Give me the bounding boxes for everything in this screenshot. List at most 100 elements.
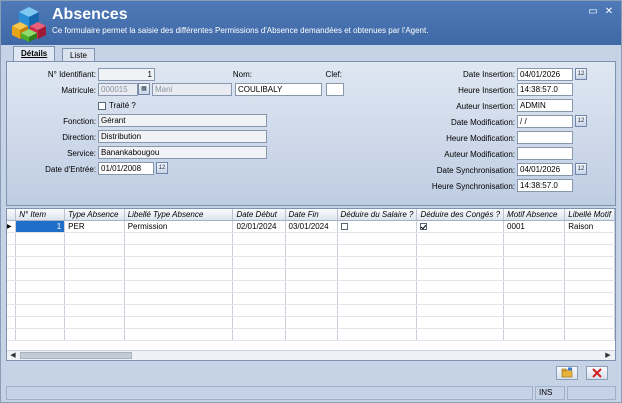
cell-date-debut[interactable]: 02/01/2024 bbox=[232, 220, 286, 233]
empty-cell[interactable] bbox=[564, 292, 615, 305]
empty-cell[interactable] bbox=[416, 244, 505, 257]
empty-cell[interactable] bbox=[7, 256, 17, 269]
grid-header-libelle-type[interactable]: Libellé Type Absence bbox=[124, 209, 234, 221]
deduire-conges-checkbox[interactable] bbox=[420, 222, 428, 230]
fonction-field[interactable]: Gérant bbox=[98, 114, 267, 127]
empty-cell[interactable] bbox=[503, 316, 566, 329]
empty-cell[interactable] bbox=[232, 292, 286, 305]
empty-cell[interactable] bbox=[416, 328, 505, 341]
traite-checkbox[interactable] bbox=[98, 102, 106, 110]
empty-cell[interactable] bbox=[564, 256, 615, 269]
tab-details[interactable]: Détails bbox=[13, 46, 56, 62]
grid-header-deduire-conges[interactable]: Déduire des Congés ? bbox=[416, 209, 505, 221]
grid-header-date-debut[interactable]: Date Début bbox=[232, 209, 286, 221]
empty-cell[interactable] bbox=[64, 304, 125, 317]
restore-window-icon[interactable]: ▭ bbox=[587, 6, 599, 18]
empty-cell[interactable] bbox=[15, 244, 66, 257]
grid-header-item[interactable]: N° Item bbox=[15, 209, 66, 221]
cell-item[interactable]: 1 bbox=[15, 220, 66, 233]
empty-cell[interactable] bbox=[15, 268, 66, 281]
empty-cell[interactable] bbox=[232, 268, 286, 281]
cell-motif[interactable]: 0001 bbox=[503, 220, 566, 233]
auteur-modification-field[interactable] bbox=[517, 147, 573, 160]
empty-cell[interactable] bbox=[416, 292, 505, 305]
empty-cell[interactable] bbox=[337, 292, 418, 305]
empty-cell[interactable] bbox=[7, 244, 17, 257]
empty-cell[interactable] bbox=[564, 280, 615, 293]
date-modification-calendar-icon[interactable]: 12 bbox=[575, 115, 587, 127]
empty-cell[interactable] bbox=[7, 304, 17, 317]
empty-cell[interactable] bbox=[503, 232, 566, 245]
empty-table-row[interactable] bbox=[7, 268, 615, 281]
cell-libelle-motif[interactable]: Raison bbox=[564, 220, 615, 233]
empty-cell[interactable] bbox=[285, 256, 338, 269]
matricule-field[interactable]: 000015 bbox=[98, 83, 138, 96]
empty-cell[interactable] bbox=[232, 304, 286, 317]
empty-cell[interactable] bbox=[503, 292, 566, 305]
empty-cell[interactable] bbox=[285, 316, 338, 329]
empty-cell[interactable] bbox=[337, 328, 418, 341]
date-insertion-field[interactable]: 04/01/2026 bbox=[517, 68, 573, 81]
service-field[interactable]: Banankabougou bbox=[98, 146, 267, 159]
heure-synchronisation-field[interactable]: 14:38:57.0 bbox=[517, 179, 573, 192]
empty-cell[interactable] bbox=[337, 256, 418, 269]
empty-cell[interactable] bbox=[416, 316, 505, 329]
cell-deduire-salaire[interactable] bbox=[337, 220, 418, 233]
empty-cell[interactable] bbox=[15, 232, 66, 245]
grid-header-motif[interactable]: Motif Absence bbox=[503, 209, 566, 221]
empty-cell[interactable] bbox=[564, 268, 615, 281]
empty-cell[interactable] bbox=[416, 304, 505, 317]
empty-cell[interactable] bbox=[124, 316, 234, 329]
empty-cell[interactable] bbox=[15, 292, 66, 305]
empty-cell[interactable] bbox=[15, 316, 66, 329]
empty-cell[interactable] bbox=[7, 232, 17, 245]
scroll-left-icon[interactable]: ◀ bbox=[8, 351, 18, 360]
horizontal-scrollbar[interactable]: ◀ ▶ bbox=[7, 350, 615, 360]
empty-cell[interactable] bbox=[285, 244, 338, 257]
empty-cell[interactable] bbox=[416, 256, 505, 269]
empty-cell[interactable] bbox=[337, 304, 418, 317]
empty-cell[interactable] bbox=[337, 280, 418, 293]
empty-table-row[interactable] bbox=[7, 244, 615, 257]
empty-cell[interactable] bbox=[416, 268, 505, 281]
empty-cell[interactable] bbox=[124, 280, 234, 293]
empty-cell[interactable] bbox=[503, 280, 566, 293]
empty-cell[interactable] bbox=[503, 328, 566, 341]
empty-cell[interactable] bbox=[64, 244, 125, 257]
empty-cell[interactable] bbox=[503, 244, 566, 257]
delete-button[interactable] bbox=[586, 366, 608, 380]
date-synchronisation-field[interactable]: 04/01/2026 bbox=[517, 163, 573, 176]
grid-header-deduire-salaire[interactable]: Déduire du Salaire ? bbox=[337, 209, 418, 221]
empty-cell[interactable] bbox=[337, 232, 418, 245]
empty-cell[interactable] bbox=[564, 232, 615, 245]
empty-cell[interactable] bbox=[503, 256, 566, 269]
empty-cell[interactable] bbox=[124, 232, 234, 245]
date-entree-field[interactable]: 01/01/2008 bbox=[98, 162, 154, 175]
empty-cell[interactable] bbox=[232, 328, 286, 341]
empty-cell[interactable] bbox=[285, 280, 338, 293]
empty-cell[interactable] bbox=[285, 328, 338, 341]
empty-cell[interactable] bbox=[285, 232, 338, 245]
close-window-icon[interactable]: ✕ bbox=[603, 6, 615, 18]
empty-cell[interactable] bbox=[15, 280, 66, 293]
cell-libelle[interactable]: Permission bbox=[124, 220, 234, 233]
empty-cell[interactable] bbox=[503, 268, 566, 281]
empty-cell[interactable] bbox=[7, 292, 17, 305]
grid-header-type-absence[interactable]: Type Absence bbox=[64, 209, 125, 221]
empty-cell[interactable] bbox=[232, 244, 286, 257]
empty-cell[interactable] bbox=[7, 328, 17, 341]
cell-date-fin[interactable]: 03/01/2024 bbox=[285, 220, 338, 233]
date-synchronisation-calendar-icon[interactable]: 12 bbox=[575, 163, 587, 175]
empty-table-row[interactable] bbox=[7, 316, 615, 329]
empty-cell[interactable] bbox=[337, 316, 418, 329]
open-folder-button[interactable] bbox=[556, 366, 578, 380]
empty-cell[interactable] bbox=[15, 328, 66, 341]
heure-modification-field[interactable] bbox=[517, 131, 573, 144]
tab-liste[interactable]: Liste bbox=[62, 48, 95, 61]
empty-cell[interactable] bbox=[64, 232, 125, 245]
empty-table-row[interactable] bbox=[7, 304, 615, 317]
empty-cell[interactable] bbox=[64, 268, 125, 281]
empty-cell[interactable] bbox=[337, 244, 418, 257]
scroll-right-icon[interactable]: ▶ bbox=[603, 351, 613, 360]
empty-cell[interactable] bbox=[124, 244, 234, 257]
